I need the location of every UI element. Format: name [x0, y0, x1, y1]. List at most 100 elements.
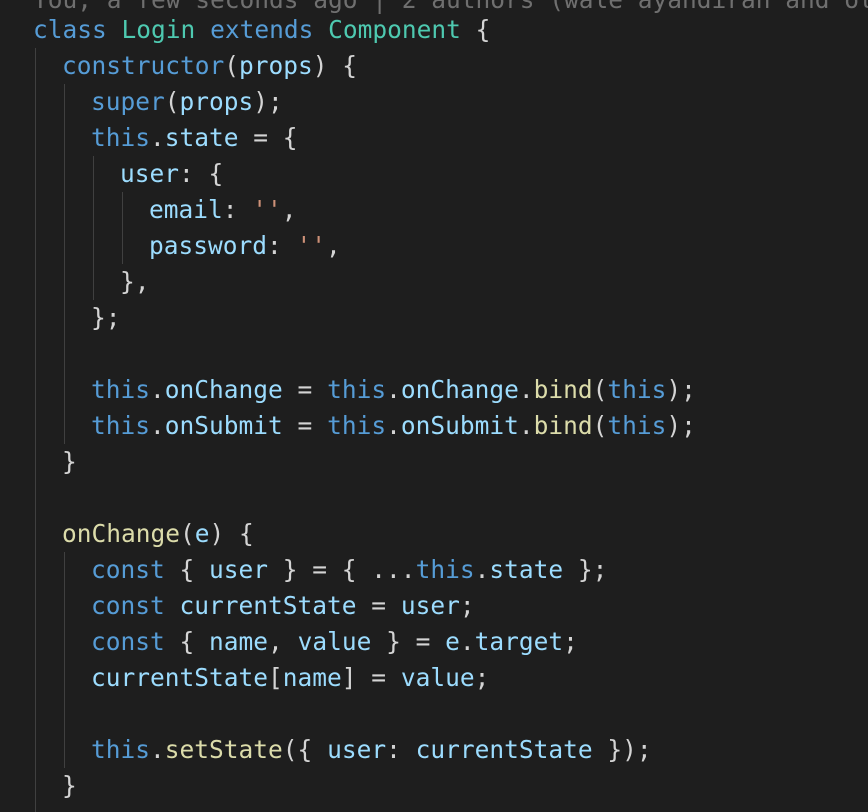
- code-token: ,: [281, 195, 297, 224]
- code-token: name: [209, 627, 269, 656]
- code-token: {: [460, 15, 491, 44]
- code-token: value: [400, 663, 475, 692]
- code-token: .: [150, 123, 165, 152]
- code-token: setState: [164, 735, 283, 764]
- code-token: onChange: [400, 375, 519, 404]
- code-token: ,: [326, 231, 341, 260]
- code-token: '': [296, 231, 327, 260]
- code-token: onChange: [164, 375, 283, 404]
- code-token: ;: [563, 627, 578, 656]
- code-token: =: [356, 591, 401, 620]
- code-token: = {: [238, 123, 298, 152]
- code-token: };: [563, 555, 608, 584]
- code-line: user: {: [120, 156, 223, 192]
- code-token: =: [282, 411, 328, 440]
- code-token: }: [62, 771, 77, 800]
- code-token: state: [489, 555, 564, 584]
- code-token: extends: [210, 15, 314, 44]
- code-token: },: [120, 267, 150, 296]
- code-token: :: [222, 195, 253, 224]
- indent-guide: [122, 192, 123, 264]
- code-token: bind: [533, 411, 593, 440]
- code-token: email: [149, 195, 223, 224]
- code-token: const: [91, 627, 165, 656]
- code-token: .: [459, 627, 475, 656]
- code-token: ) {: [312, 51, 358, 80]
- code-token: const: [91, 555, 165, 584]
- code-token: this: [91, 123, 151, 152]
- code-token: .: [386, 411, 401, 440]
- indent-guide: [64, 552, 65, 768]
- code-line: this.onSubmit = this.onSubmit.bind(this)…: [91, 408, 696, 444]
- code-line: },: [120, 264, 150, 300]
- code-token: =: [282, 375, 328, 404]
- code-token: ;: [459, 591, 475, 620]
- code-token: Login: [121, 15, 196, 44]
- code-line: const currentState = user;: [91, 588, 475, 624]
- code-token: '': [252, 195, 282, 224]
- code-token: : {: [179, 159, 224, 188]
- code-token: this: [91, 375, 151, 404]
- code-line: onChange(e) {: [62, 516, 254, 552]
- code-token: );: [253, 87, 283, 116]
- code-token: this: [327, 411, 387, 440]
- code-token: password: [149, 231, 268, 260]
- code-token: state: [164, 123, 239, 152]
- code-token: currentState: [179, 591, 357, 620]
- code-editor[interactable]: You, a few seconds ago | 2 authors (wale…: [0, 0, 868, 812]
- code-token: .: [518, 375, 534, 404]
- code-line: super(props);: [91, 84, 283, 120]
- code-token: .: [150, 735, 165, 764]
- code-line: };: [91, 300, 121, 336]
- code-token: ] =: [341, 663, 401, 692]
- code-token: });: [592, 735, 652, 764]
- code-token: user: [400, 591, 460, 620]
- code-token: ) {: [209, 519, 254, 548]
- code-token: :: [386, 735, 416, 764]
- code-token: this: [91, 735, 151, 764]
- code-token: this: [607, 375, 667, 404]
- code-token: };: [91, 303, 121, 332]
- code-line: email: '',: [149, 192, 297, 228]
- code-token: constructor: [62, 51, 225, 80]
- code-line: class Login extends Component {: [33, 12, 490, 48]
- code-token: );: [666, 375, 696, 404]
- indent-guide: [64, 84, 65, 444]
- code-token: e: [194, 519, 210, 548]
- code-token: this: [607, 411, 667, 440]
- code-line: currentState[name] = value;: [91, 660, 489, 696]
- code-token: :: [267, 231, 297, 260]
- code-line: this.setState({ user: currentState });: [91, 732, 652, 768]
- code-token: (: [592, 375, 608, 404]
- code-token: super: [91, 87, 165, 116]
- code-line: this.onChange = this.onChange.bind(this)…: [91, 372, 696, 408]
- code-line: }: [62, 444, 77, 480]
- code-token: [: [268, 663, 283, 692]
- code-token: .: [150, 411, 165, 440]
- code-token: (: [592, 411, 608, 440]
- code-token: onSubmit: [164, 411, 283, 440]
- code-token: user: [120, 159, 180, 188]
- code-token: target: [474, 627, 564, 656]
- code-token: bind: [533, 375, 593, 404]
- code-token: } =: [371, 627, 446, 656]
- code-line: this.state = {: [91, 120, 298, 156]
- code-token: .: [518, 411, 534, 440]
- code-token: ,: [268, 627, 298, 656]
- code-line: password: '',: [149, 228, 341, 264]
- code-token: {: [164, 555, 210, 584]
- code-token: name: [282, 663, 342, 692]
- code-token: this: [415, 555, 475, 584]
- code-token: ({: [282, 735, 328, 764]
- code-token: (: [180, 519, 195, 548]
- indent-guide: [35, 48, 36, 812]
- code-line: const { name, value } = e.target;: [91, 624, 578, 660]
- code-token: user: [327, 735, 387, 764]
- code-line: const { user } = { ...this.state };: [91, 552, 607, 588]
- code-token: user: [209, 555, 269, 584]
- code-line: }: [62, 768, 77, 804]
